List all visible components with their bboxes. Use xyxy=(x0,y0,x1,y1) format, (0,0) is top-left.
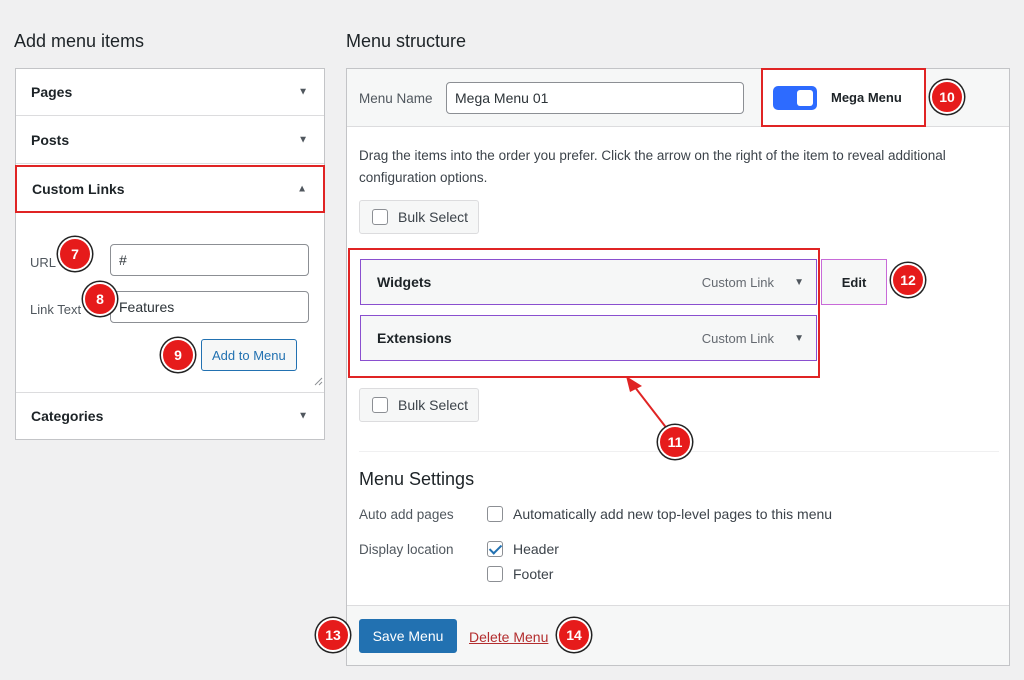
mega-menu-toggle[interactable] xyxy=(773,86,817,110)
menu-item-widgets[interactable]: Widgets Custom Link ▼ xyxy=(360,259,817,305)
caret-down-icon: ▼ xyxy=(298,410,308,422)
menu-item-title: Widgets xyxy=(377,274,432,290)
add-to-menu-button[interactable]: Add to Menu xyxy=(201,339,297,371)
header-label: Header xyxy=(513,541,559,557)
annotation-badge-11: 11 xyxy=(658,425,692,459)
menu-item-type: Custom Link xyxy=(701,274,774,290)
bulk-select-checkbox[interactable] xyxy=(372,397,388,413)
auto-add-checkbox[interactable] xyxy=(487,506,503,522)
caret-up-icon: ▲ xyxy=(297,183,307,195)
bulk-select-top[interactable]: Bulk Select xyxy=(359,200,479,234)
url-input[interactable] xyxy=(110,244,309,276)
accordion-pages-label: Pages xyxy=(31,84,73,100)
link-text-label: Link Text xyxy=(30,302,82,317)
menu-settings-title: Menu Settings xyxy=(359,469,475,489)
header-checkbox[interactable] xyxy=(487,541,503,557)
add-menu-items-heading: Add menu items xyxy=(14,31,145,51)
accordion-posts-label: Posts xyxy=(31,132,70,148)
accordion-custom-links[interactable]: Custom Links ▲ xyxy=(15,165,325,213)
menu-structure-panel: Menu Name Mega Menu Drag the items into … xyxy=(346,68,1010,666)
annotation-badge-9: 9 xyxy=(161,338,195,372)
footer-checkbox[interactable] xyxy=(487,566,503,582)
auto-add-option[interactable]: Automatically add new top-level pages to… xyxy=(487,506,832,522)
menu-items-highlight: Widgets Custom Link ▼ Extensions Custom … xyxy=(348,248,820,378)
annotation-badge-14: 14 xyxy=(557,618,591,652)
caret-down-icon: ▼ xyxy=(298,86,308,98)
mega-menu-label: Mega Menu xyxy=(831,90,902,105)
location-header-option[interactable]: Header xyxy=(487,541,559,557)
annotation-badge-12: 12 xyxy=(891,263,925,297)
menu-structure-heading: Menu structure xyxy=(346,31,467,51)
save-menu-button[interactable]: Save Menu xyxy=(359,619,457,653)
mega-menu-toggle-box: Mega Menu xyxy=(761,68,926,127)
menu-header: Menu Name Mega Menu xyxy=(347,68,1009,127)
auto-add-label: Auto add pages xyxy=(359,507,454,522)
annotation-badge-13: 13 xyxy=(316,618,350,652)
bulk-select-label: Bulk Select xyxy=(398,209,469,225)
location-footer-option[interactable]: Footer xyxy=(487,566,553,582)
annotation-badge-8: 8 xyxy=(83,282,117,316)
auto-add-text: Automatically add new top-level pages to… xyxy=(513,506,833,522)
drag-instructions: Drag the items into the order you prefer… xyxy=(359,148,946,185)
bulk-select-bottom[interactable]: Bulk Select xyxy=(359,388,479,422)
caret-down-icon[interactable]: ▼ xyxy=(794,333,804,344)
accordion-pages[interactable]: Pages ▼ xyxy=(16,69,324,116)
caret-down-icon: ▼ xyxy=(298,134,308,146)
resize-grip-icon[interactable] xyxy=(313,376,323,386)
menu-name-label: Menu Name xyxy=(359,91,433,106)
accordion-posts[interactable]: Posts ▼ xyxy=(16,117,324,164)
annotation-badge-7: 7 xyxy=(58,237,92,271)
bulk-select-checkbox[interactable] xyxy=(372,209,388,225)
delete-menu-link[interactable]: Delete Menu xyxy=(469,629,548,645)
menu-name-input[interactable] xyxy=(446,82,744,114)
menu-item-title: Extensions xyxy=(377,330,452,346)
caret-down-icon[interactable]: ▼ xyxy=(794,277,804,288)
bulk-select-label: Bulk Select xyxy=(398,397,469,413)
edit-button[interactable]: Edit xyxy=(821,259,887,305)
menu-item-type: Custom Link xyxy=(701,330,774,346)
toggle-knob xyxy=(797,90,813,106)
annotation-badge-10: 10 xyxy=(930,80,964,114)
url-label: URL xyxy=(30,255,57,270)
display-location-label: Display location xyxy=(359,542,454,557)
footer-label: Footer xyxy=(513,566,554,582)
menu-item-extensions[interactable]: Extensions Custom Link ▼ xyxy=(360,315,817,361)
link-text-input[interactable] xyxy=(110,291,309,323)
accordion-categories-label: Categories xyxy=(31,408,104,424)
accordion-custom-links-label: Custom Links xyxy=(32,181,125,197)
accordion-categories[interactable]: Categories ▼ xyxy=(16,392,324,439)
